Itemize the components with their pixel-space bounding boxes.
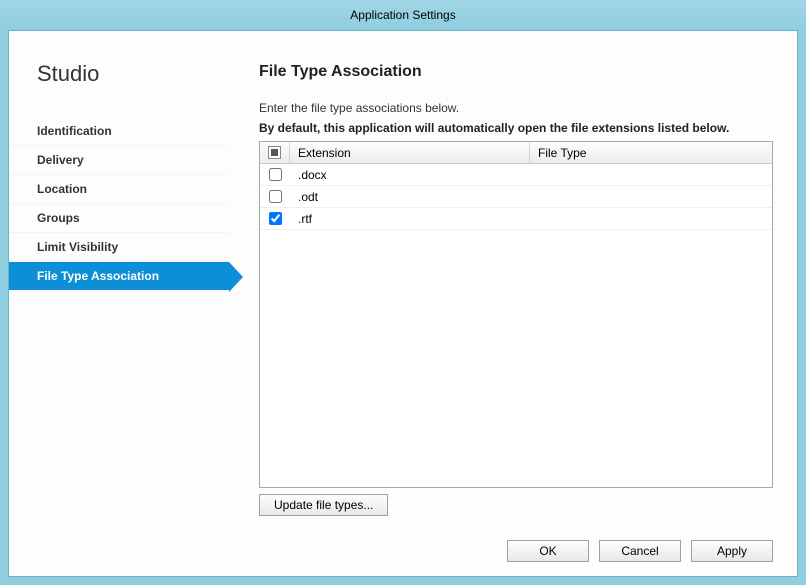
- window: Application Settings Studio Identificati…: [0, 0, 806, 585]
- instruction-text-1: Enter the file type associations below.: [259, 101, 773, 115]
- sidebar-title: Studio: [9, 61, 229, 117]
- right-pane: File Type Association Enter the file typ…: [229, 31, 797, 528]
- main-split: Studio Identification Delivery Location …: [9, 31, 797, 528]
- sidebar-item-groups[interactable]: Groups: [9, 204, 229, 233]
- instruction-text-2: By default, this application will automa…: [259, 121, 773, 135]
- column-header-check: [260, 142, 290, 163]
- sidebar-nav: Identification Delivery Location Groups …: [9, 117, 229, 290]
- sidebar-item-label: Limit Visibility: [37, 240, 118, 254]
- sidebar-item-delivery[interactable]: Delivery: [9, 146, 229, 175]
- column-header-label: Extension: [298, 146, 351, 160]
- window-titlebar: Application Settings: [0, 0, 806, 30]
- sidebar-item-label: Groups: [37, 211, 80, 225]
- sidebar-item-label: Delivery: [37, 153, 84, 167]
- column-header-label: File Type: [538, 146, 586, 160]
- sidebar-item-limit-visibility[interactable]: Limit Visibility: [9, 233, 229, 262]
- dialog-button-bar: OK Cancel Apply: [9, 528, 797, 576]
- update-file-types-button[interactable]: Update file types...: [259, 494, 388, 516]
- apply-button[interactable]: Apply: [691, 540, 773, 562]
- cell-extension: .rtf: [298, 212, 312, 226]
- page-title: File Type Association: [259, 63, 773, 81]
- sidebar-item-file-type-association[interactable]: File Type Association: [9, 262, 229, 290]
- header-checkbox-indeterminate[interactable]: [268, 146, 281, 159]
- table-row[interactable]: .odt: [260, 186, 772, 208]
- sidebar: Studio Identification Delivery Location …: [9, 31, 229, 528]
- column-header-file-type[interactable]: File Type: [530, 142, 772, 163]
- sidebar-item-label: Location: [37, 182, 87, 196]
- sidebar-item-identification[interactable]: Identification: [9, 117, 229, 146]
- indeterminate-mark-icon: [271, 149, 278, 156]
- update-row: Update file types...: [259, 494, 773, 516]
- cell-extension: .odt: [298, 190, 318, 204]
- content-area: Studio Identification Delivery Location …: [8, 30, 798, 577]
- file-type-grid: Extension File Type .docx: [259, 141, 773, 488]
- ok-button[interactable]: OK: [507, 540, 589, 562]
- sidebar-item-label: Identification: [37, 124, 112, 138]
- window-title-text: Application Settings: [350, 8, 455, 22]
- row-checkbox[interactable]: [269, 212, 282, 225]
- column-header-extension[interactable]: Extension: [290, 142, 530, 163]
- sidebar-item-location[interactable]: Location: [9, 175, 229, 204]
- sidebar-item-label: File Type Association: [37, 269, 159, 283]
- grid-body: .docx .odt: [260, 164, 772, 487]
- grid-header: Extension File Type: [260, 142, 772, 164]
- row-checkbox[interactable]: [269, 168, 282, 181]
- row-checkbox[interactable]: [269, 190, 282, 203]
- cancel-button[interactable]: Cancel: [599, 540, 681, 562]
- table-row[interactable]: .rtf: [260, 208, 772, 230]
- cell-extension: .docx: [298, 168, 327, 182]
- table-row[interactable]: .docx: [260, 164, 772, 186]
